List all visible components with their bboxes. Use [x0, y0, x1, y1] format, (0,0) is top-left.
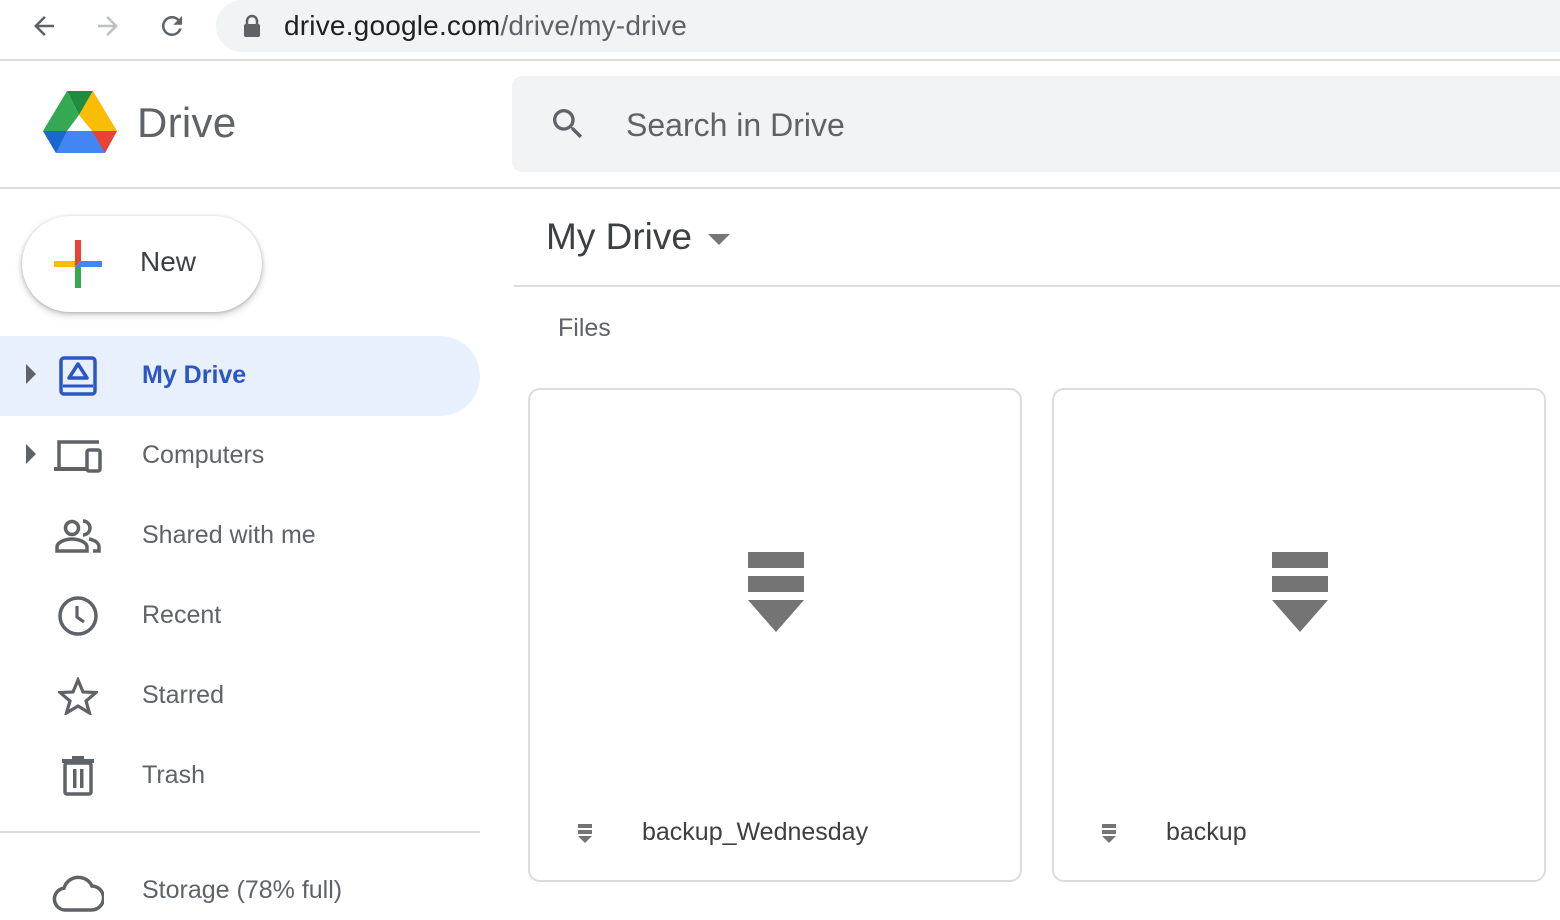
download-file-icon — [748, 552, 804, 632]
sidebar-item-my-drive[interactable]: My Drive — [0, 336, 480, 416]
url-host: drive.google.com — [284, 10, 501, 41]
file-card[interactable]: backup_Wednesday — [528, 388, 1022, 882]
download-file-type-icon — [578, 824, 592, 843]
computers-icon — [52, 432, 104, 480]
sidebar-item-label: Trash — [142, 761, 205, 789]
chevron-down-icon[interactable] — [708, 234, 730, 245]
sidebar-item-label: Recent — [142, 601, 222, 629]
sidebar-item-label: Shared with me — [142, 521, 316, 549]
people-icon — [52, 512, 104, 560]
file-name: backup_Wednesday — [642, 818, 869, 846]
reload-button[interactable] — [152, 6, 192, 46]
title-row: My Drive — [514, 190, 1560, 287]
sidebar-item-label: Starred — [142, 681, 224, 709]
browser-toolbar: drive.google.com/drive/my-drive — [0, 0, 1560, 61]
app-header: Drive — [0, 63, 1560, 189]
storage-item[interactable]: Storage (78% full) — [0, 860, 480, 920]
url-text: drive.google.com/drive/my-drive — [284, 10, 687, 42]
multicolor-plus-icon — [54, 240, 102, 288]
sidebar-item-shared-with-me[interactable]: Shared with me — [0, 496, 480, 576]
cloud-icon — [52, 875, 104, 912]
search-input[interactable] — [626, 102, 1426, 148]
star-icon — [52, 672, 104, 720]
lock-icon — [244, 14, 260, 37]
sidebar-item-label: Computers — [142, 441, 265, 469]
expand-caret-icon[interactable] — [26, 364, 36, 384]
main-content: My Drive Files backup_Wednesday backup — [514, 190, 1560, 898]
sidebar-divider — [0, 831, 480, 833]
address-bar[interactable]: drive.google.com/drive/my-drive — [216, 0, 1560, 52]
sidebar-item-trash[interactable]: Trash — [0, 736, 480, 816]
new-button[interactable]: New — [22, 216, 262, 312]
new-button-label: New — [140, 246, 197, 277]
search-icon[interactable] — [548, 104, 588, 144]
arrow-left-icon — [34, 16, 54, 36]
arrow-right-icon — [98, 16, 118, 36]
download-file-type-icon — [1102, 824, 1116, 843]
sidebar-item-computers[interactable]: Computers — [0, 416, 480, 496]
storage-label: Storage (78% full) — [142, 876, 343, 904]
file-name: backup — [1166, 818, 1247, 846]
back-button[interactable] — [24, 6, 64, 46]
expand-caret-icon[interactable] — [26, 444, 36, 464]
download-file-icon — [1272, 552, 1328, 632]
sidebar-item-starred[interactable]: Starred — [0, 656, 480, 736]
my-drive-icon — [52, 352, 104, 400]
reload-icon — [161, 15, 182, 36]
sidebar-item-label: My Drive — [142, 361, 247, 389]
forward-button[interactable] — [88, 6, 128, 46]
app-brand: Drive — [137, 99, 237, 146]
files-section-label: Files — [558, 314, 611, 342]
sidebar: New My Drive Computers Shared with me Re… — [0, 190, 490, 912]
trash-icon — [52, 752, 104, 800]
sidebar-item-recent[interactable]: Recent — [0, 576, 480, 656]
clock-icon — [52, 592, 104, 640]
search-box[interactable] — [512, 76, 1560, 172]
page-title[interactable]: My Drive — [546, 216, 692, 258]
google-drive-logo[interactable] — [42, 89, 118, 157]
file-card[interactable]: backup — [1052, 388, 1546, 882]
url-path: /drive/my-drive — [500, 10, 688, 41]
